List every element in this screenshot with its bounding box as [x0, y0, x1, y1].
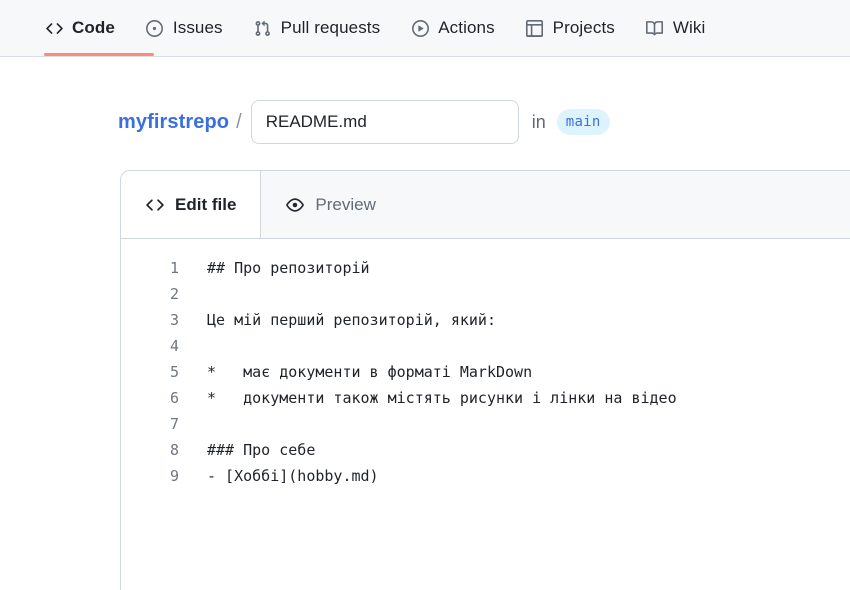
code-line: 2	[121, 281, 850, 307]
line-content: ### Про себе	[207, 441, 316, 459]
code-line: 6 * документи також містять рисунки і лі…	[121, 385, 850, 411]
line-number: 1	[169, 259, 179, 277]
nav-tab-issues[interactable]: Issues	[145, 0, 239, 56]
line-content: - [Хоббі](hobby.md)	[207, 467, 379, 485]
issue-opened-icon	[145, 18, 165, 38]
code-icon	[145, 195, 165, 215]
line-content: Це мій перший репозиторій, який:	[207, 311, 496, 329]
line-number: 5	[169, 363, 179, 381]
code-line: 1 ## Про репозиторій	[121, 255, 850, 281]
nav-tab-wiki[interactable]: Wiki	[645, 0, 722, 56]
eye-icon	[285, 195, 305, 215]
line-number: 2	[169, 285, 179, 303]
repo-navigation-bar: Code Issues Pull requests Actions Projec…	[0, 0, 850, 57]
code-line: 3 Це мій перший репозиторій, який:	[121, 307, 850, 333]
code-line: 9 - [Хоббі](hobby.md)	[121, 463, 850, 489]
table-icon	[525, 18, 545, 38]
line-number: 4	[169, 337, 179, 355]
active-tab-underline	[44, 53, 154, 56]
nav-tab-projects-label: Projects	[552, 18, 615, 37]
breadcrumb-separator: /	[236, 110, 242, 133]
nav-tab-code-label: Code	[72, 18, 115, 37]
breadcrumb: myfirstrepo / in main	[118, 98, 610, 146]
nav-tab-pull-requests-label: Pull requests	[280, 18, 381, 37]
nav-tab-issues-label: Issues	[172, 18, 223, 37]
branch-badge: main	[556, 109, 610, 135]
line-content: * документи також містять рисунки і лінк…	[207, 389, 677, 407]
tab-edit-file-label: Edit file	[175, 194, 237, 214]
line-number: 6	[169, 389, 179, 407]
filename-input[interactable]	[250, 100, 519, 144]
tab-edit-file[interactable]: Edit file	[121, 171, 262, 238]
line-content: * має документи в форматі MarkDown	[207, 363, 533, 381]
code-line: 5 * має документи в форматі MarkDown	[121, 359, 850, 385]
code-line: 4	[121, 333, 850, 359]
nav-tab-projects[interactable]: Projects	[525, 0, 631, 56]
line-number: 8	[169, 441, 179, 459]
book-icon	[645, 18, 665, 38]
nav-tab-actions[interactable]: Actions	[410, 0, 510, 56]
tab-preview[interactable]: Preview	[261, 171, 399, 238]
code-icon	[44, 18, 64, 38]
nav-tab-pull-requests[interactable]: Pull requests	[253, 0, 397, 56]
code-editor-area[interactable]: 1 ## Про репозиторій 2 3 Це мій перший р…	[121, 239, 850, 489]
breadcrumb-repo-link[interactable]: myfirstrepo	[118, 111, 229, 134]
line-number: 9	[169, 467, 179, 485]
code-line: 8 ### Про себе	[121, 437, 850, 463]
git-pull-request-icon	[253, 18, 273, 38]
breadcrumb-in-word: in	[531, 111, 546, 132]
file-editor-panel: Edit file Preview 1 ## Про репозиторій 2…	[120, 170, 850, 590]
tab-preview-label: Preview	[315, 194, 376, 214]
line-content: ## Про репозиторій	[207, 259, 370, 277]
line-number: 3	[169, 311, 179, 329]
nav-tab-code[interactable]: Code	[44, 0, 154, 56]
line-number: 7	[169, 415, 179, 433]
nav-tab-actions-label: Actions	[438, 18, 495, 37]
play-icon	[410, 18, 430, 38]
editor-tabstrip: Edit file Preview	[121, 171, 850, 239]
nav-tab-wiki-label: Wiki	[672, 18, 706, 37]
code-line: 7	[121, 411, 850, 437]
